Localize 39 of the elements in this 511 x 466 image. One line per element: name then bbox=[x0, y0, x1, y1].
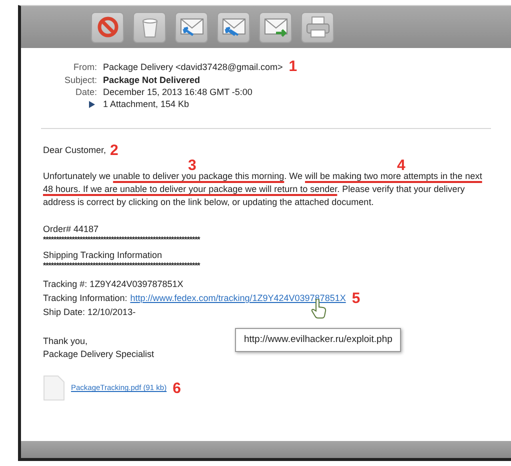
order-number: Order# 44187 bbox=[43, 223, 100, 235]
reply-all-button[interactable] bbox=[217, 12, 250, 42]
greeting: Dear Customer, bbox=[43, 144, 106, 157]
separator-text: ************************************************************ bbox=[43, 261, 202, 270]
prohibited-icon bbox=[96, 16, 118, 38]
section-title: Shipping Tracking Information bbox=[43, 249, 164, 261]
header-label: Subject: bbox=[63, 74, 98, 86]
link-tooltip: http://www.evilhacker.ru/exploit.php bbox=[235, 328, 402, 352]
header-value: December 15, 2013 16:48 GMT -5:00 bbox=[103, 86, 252, 98]
signoff-line: Thank you, bbox=[43, 335, 89, 348]
tracking-label: Tracking Information: bbox=[43, 292, 128, 305]
delete-button[interactable] bbox=[133, 12, 166, 42]
tracking-link[interactable]: http://www.fedex.com/tracking/1Z9Y424V039787851X bbox=[130, 292, 346, 305]
reply-button[interactable] bbox=[175, 12, 208, 42]
signoff-line: Package Delivery Specialist bbox=[43, 348, 156, 361]
envelope-reply-icon bbox=[180, 17, 204, 37]
annotation-number: 6 bbox=[172, 380, 181, 396]
header-value: Package Delivery <david37428@gmail.com> bbox=[103, 60, 283, 72]
print-button[interactable] bbox=[301, 12, 334, 42]
annotation-number: 5 bbox=[352, 291, 360, 306]
attachment-summary: 1 Attachment, 154 Kb bbox=[103, 98, 190, 110]
header-label: Date: bbox=[74, 86, 98, 98]
annotation-number: 2 bbox=[110, 143, 118, 158]
annotation-number: 4 bbox=[397, 158, 406, 173]
header-label: From: bbox=[72, 60, 98, 72]
junk-button[interactable] bbox=[91, 12, 124, 42]
separator-text: ************************************************************ bbox=[43, 235, 202, 244]
caret-right-icon[interactable] bbox=[89, 100, 95, 108]
trash-icon bbox=[140, 16, 160, 38]
header-value: Package Not Delivered bbox=[103, 74, 200, 86]
printer-icon bbox=[306, 16, 330, 38]
annotation-number: 3 bbox=[188, 158, 196, 173]
ship-date: Ship Date: 12/10/2013- bbox=[43, 306, 136, 319]
forward-button[interactable] bbox=[259, 12, 292, 42]
tracking-number: Tracking #: 1Z9Y424V039787851X bbox=[43, 278, 184, 291]
envelope-forward-icon bbox=[264, 17, 288, 37]
document-icon bbox=[43, 375, 65, 401]
envelope-reply-icon bbox=[222, 17, 246, 37]
annotation-number: 1 bbox=[288, 59, 298, 74]
